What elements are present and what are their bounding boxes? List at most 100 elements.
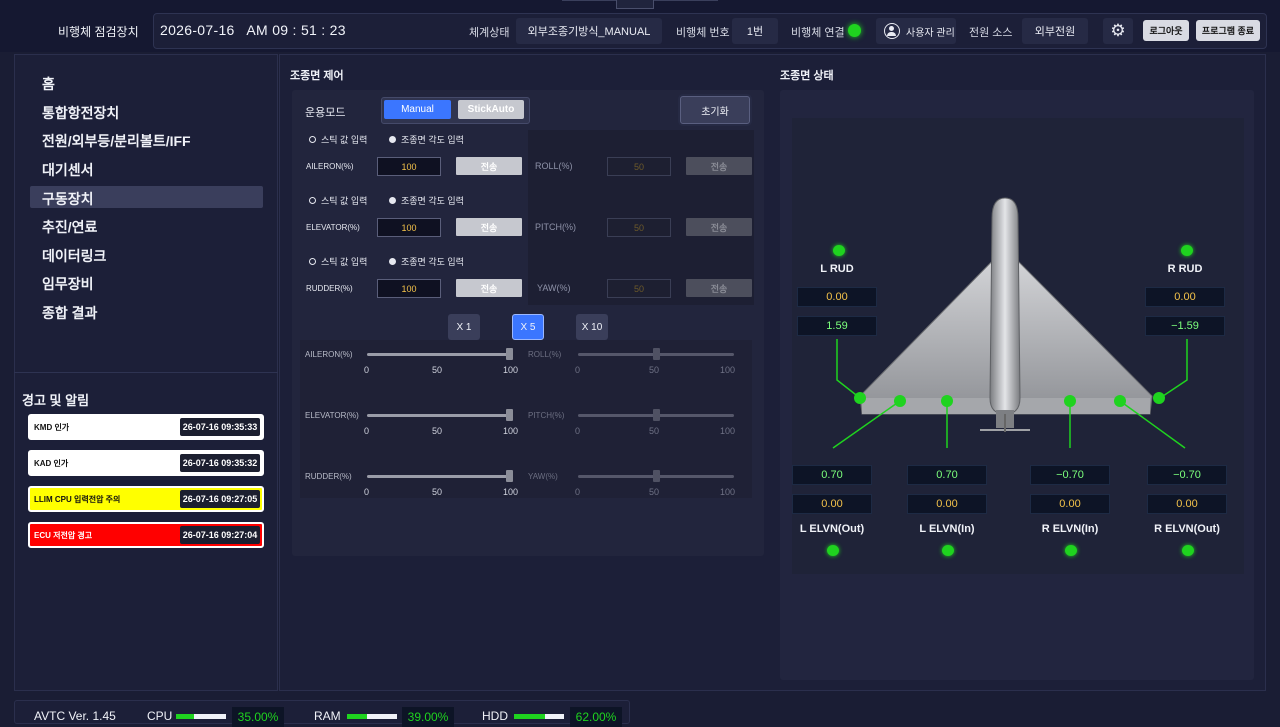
roll-label: ROLL(%) [535,161,573,171]
elevator-input[interactable]: 100 [377,218,441,237]
logout-button[interactable]: 로그아웃 [1143,20,1189,41]
sidebar-item-actuator[interactable]: 구동장치 [42,189,94,209]
l-elvn-out-fb-value: 0.70 [792,465,872,485]
slider-tick: 0 [364,487,370,497]
sidebar-item-integrated-avionics[interactable]: 통합항전장치 [42,103,119,123]
pitch-send-button[interactable]: 전송 [686,218,752,236]
version-text: AVTC Ver. 1.45 [34,709,116,723]
l-elvn-out-cmd-value: 0.00 [792,494,872,514]
yaw-slider-label: YAW(%) [528,472,558,481]
sidebar-item-datalink[interactable]: 데이터링크 [42,246,106,266]
radio-icon [309,258,316,265]
yaw-slider-thumb[interactable] [652,470,660,482]
aileron-slider[interactable] [367,353,513,356]
pitch-slider-label: PITCH(%) [528,411,565,420]
cpu-usage-bar [176,714,226,719]
r-rud-label: R RUD [1167,263,1203,275]
ram-usage-fill [347,714,367,719]
system-state-value: 외부조종기방식_MANUAL [516,18,662,44]
r-elvn-in-fb-value: −0.70 [1030,465,1110,485]
slider-tick: 50 [432,487,443,497]
gear-icon: ⚙ [1110,21,1126,40]
datetime: 2026-07-16 AM 09 : 51 : 23 [160,22,346,38]
radio-angle-input[interactable]: 조종면 각도 입력 [389,194,464,207]
vehicle-no-label: 비행체 번호 [676,27,730,39]
rudder-send-button[interactable]: 전송 [456,279,522,297]
user-management-button[interactable]: 사용자 관리 [876,18,956,44]
hdd-usage-fill [514,714,545,719]
yaw-label: YAW(%) [537,283,571,293]
l-elvn-in-cmd-value: 0.00 [907,494,987,514]
radio-stick-label: 스틱 값 입력 [321,257,368,267]
exit-program-button[interactable]: 프로그램 종료 [1196,20,1260,41]
alert-time: 26-07-16 09:27:05 [180,490,260,508]
yaw-send-button[interactable]: 전송 [686,279,752,297]
sidebar-item-summary[interactable]: 종합 결과 [42,303,97,323]
r-elvn-in-cmd-value: 0.00 [1030,494,1110,514]
power-source-value: 외부전원 [1022,18,1088,44]
slider-tick: 0 [364,426,370,436]
radio-stick-input[interactable]: 스틱 값 입력 [309,194,367,207]
user-management-label: 사용자 관리 [906,27,955,39]
multiplier-x5-button[interactable]: X 5 [512,314,544,340]
aileron-slider-thumb[interactable] [506,348,513,360]
elevator-slider-thumb[interactable] [506,409,513,421]
slider-tick: 50 [432,365,443,375]
alert-time: 26-07-16 09:27:04 [180,526,260,544]
rudder-input[interactable]: 100 [377,279,441,298]
rudder-slider[interactable] [367,475,513,478]
hdd-usage-bar [514,714,564,719]
radio-stick-label: 스틱 값 입력 [321,196,368,206]
yaw-input[interactable]: 50 [607,279,671,298]
elevator-slider[interactable] [367,414,513,417]
roll-send-button[interactable]: 전송 [686,157,752,175]
sidebar-item-home[interactable]: 홈 [42,74,55,94]
aileron-send-button[interactable]: 전송 [456,157,522,175]
l-elvn-in-fb-value: 0.70 [907,465,987,485]
user-icon [884,23,900,39]
sidebar-item-propulsion[interactable]: 추진/연료 [42,217,97,237]
elevator-slider-label: ELEVATOR(%) [305,411,359,420]
radio-selected-icon [389,258,396,265]
alert-text: KMD 인가 [34,422,70,432]
settings-button[interactable]: ⚙ [1103,18,1133,44]
sidebar-divider [14,372,278,373]
rudder-slider-thumb[interactable] [506,470,513,482]
sidebar-item-air-sensor[interactable]: 대기센서 [42,160,94,180]
multiplier-x10-button[interactable]: X 10 [576,314,608,340]
radio-angle-label: 조종면 각도 입력 [401,135,464,145]
mode-manual-button[interactable]: Manual [384,100,451,119]
radio-icon [309,197,316,204]
l-rud-status-led [833,245,845,256]
alert-item: ECU 저전압 경고 26-07-16 09:27:04 [28,522,264,548]
roll-slider-thumb[interactable] [652,348,660,360]
r-elvn-in-label: R ELVN(In) [1041,523,1099,535]
elevator-label: ELEVATOR(%) [306,223,360,232]
radio-stick-label: 스틱 값 입력 [321,135,368,145]
slider-tick: 100 [720,365,736,375]
elevator-send-button[interactable]: 전송 [456,218,522,236]
mode-label: 운용모드 [305,107,346,119]
status-title: 조종면 상태 [780,70,834,82]
radio-angle-input[interactable]: 조종면 각도 입력 [389,255,464,268]
sidebar-item-power[interactable]: 전원/외부등/분리볼트/IFF [42,131,191,151]
radio-angle-input[interactable]: 조종면 각도 입력 [389,133,464,146]
pitch-slider-thumb[interactable] [652,409,660,421]
aileron-input[interactable]: 100 [377,157,441,176]
cpu-label: CPU [147,709,173,723]
alerts-title: 경고 및 알림 [22,393,90,408]
roll-input[interactable]: 50 [607,157,671,176]
pitch-input[interactable]: 50 [607,218,671,237]
alert-time: 26-07-16 09:35:32 [180,454,260,472]
radio-stick-input[interactable]: 스틱 값 입력 [309,133,367,146]
multiplier-x1-button[interactable]: X 1 [448,314,480,340]
r-rud-fb-value: −1.59 [1145,316,1225,336]
radio-stick-input[interactable]: 스틱 값 입력 [309,255,367,268]
reset-button[interactable]: 초기화 [680,96,750,124]
mode-stickauto-button[interactable]: StickAuto [458,100,524,119]
hdd-usage-value: 62.00% [570,707,622,727]
sidebar-item-mission[interactable]: 임무장비 [42,274,94,294]
window-handle[interactable] [616,0,654,9]
r-elvn-out-fb-value: −0.70 [1147,465,1227,485]
ram-label: RAM [314,709,341,723]
